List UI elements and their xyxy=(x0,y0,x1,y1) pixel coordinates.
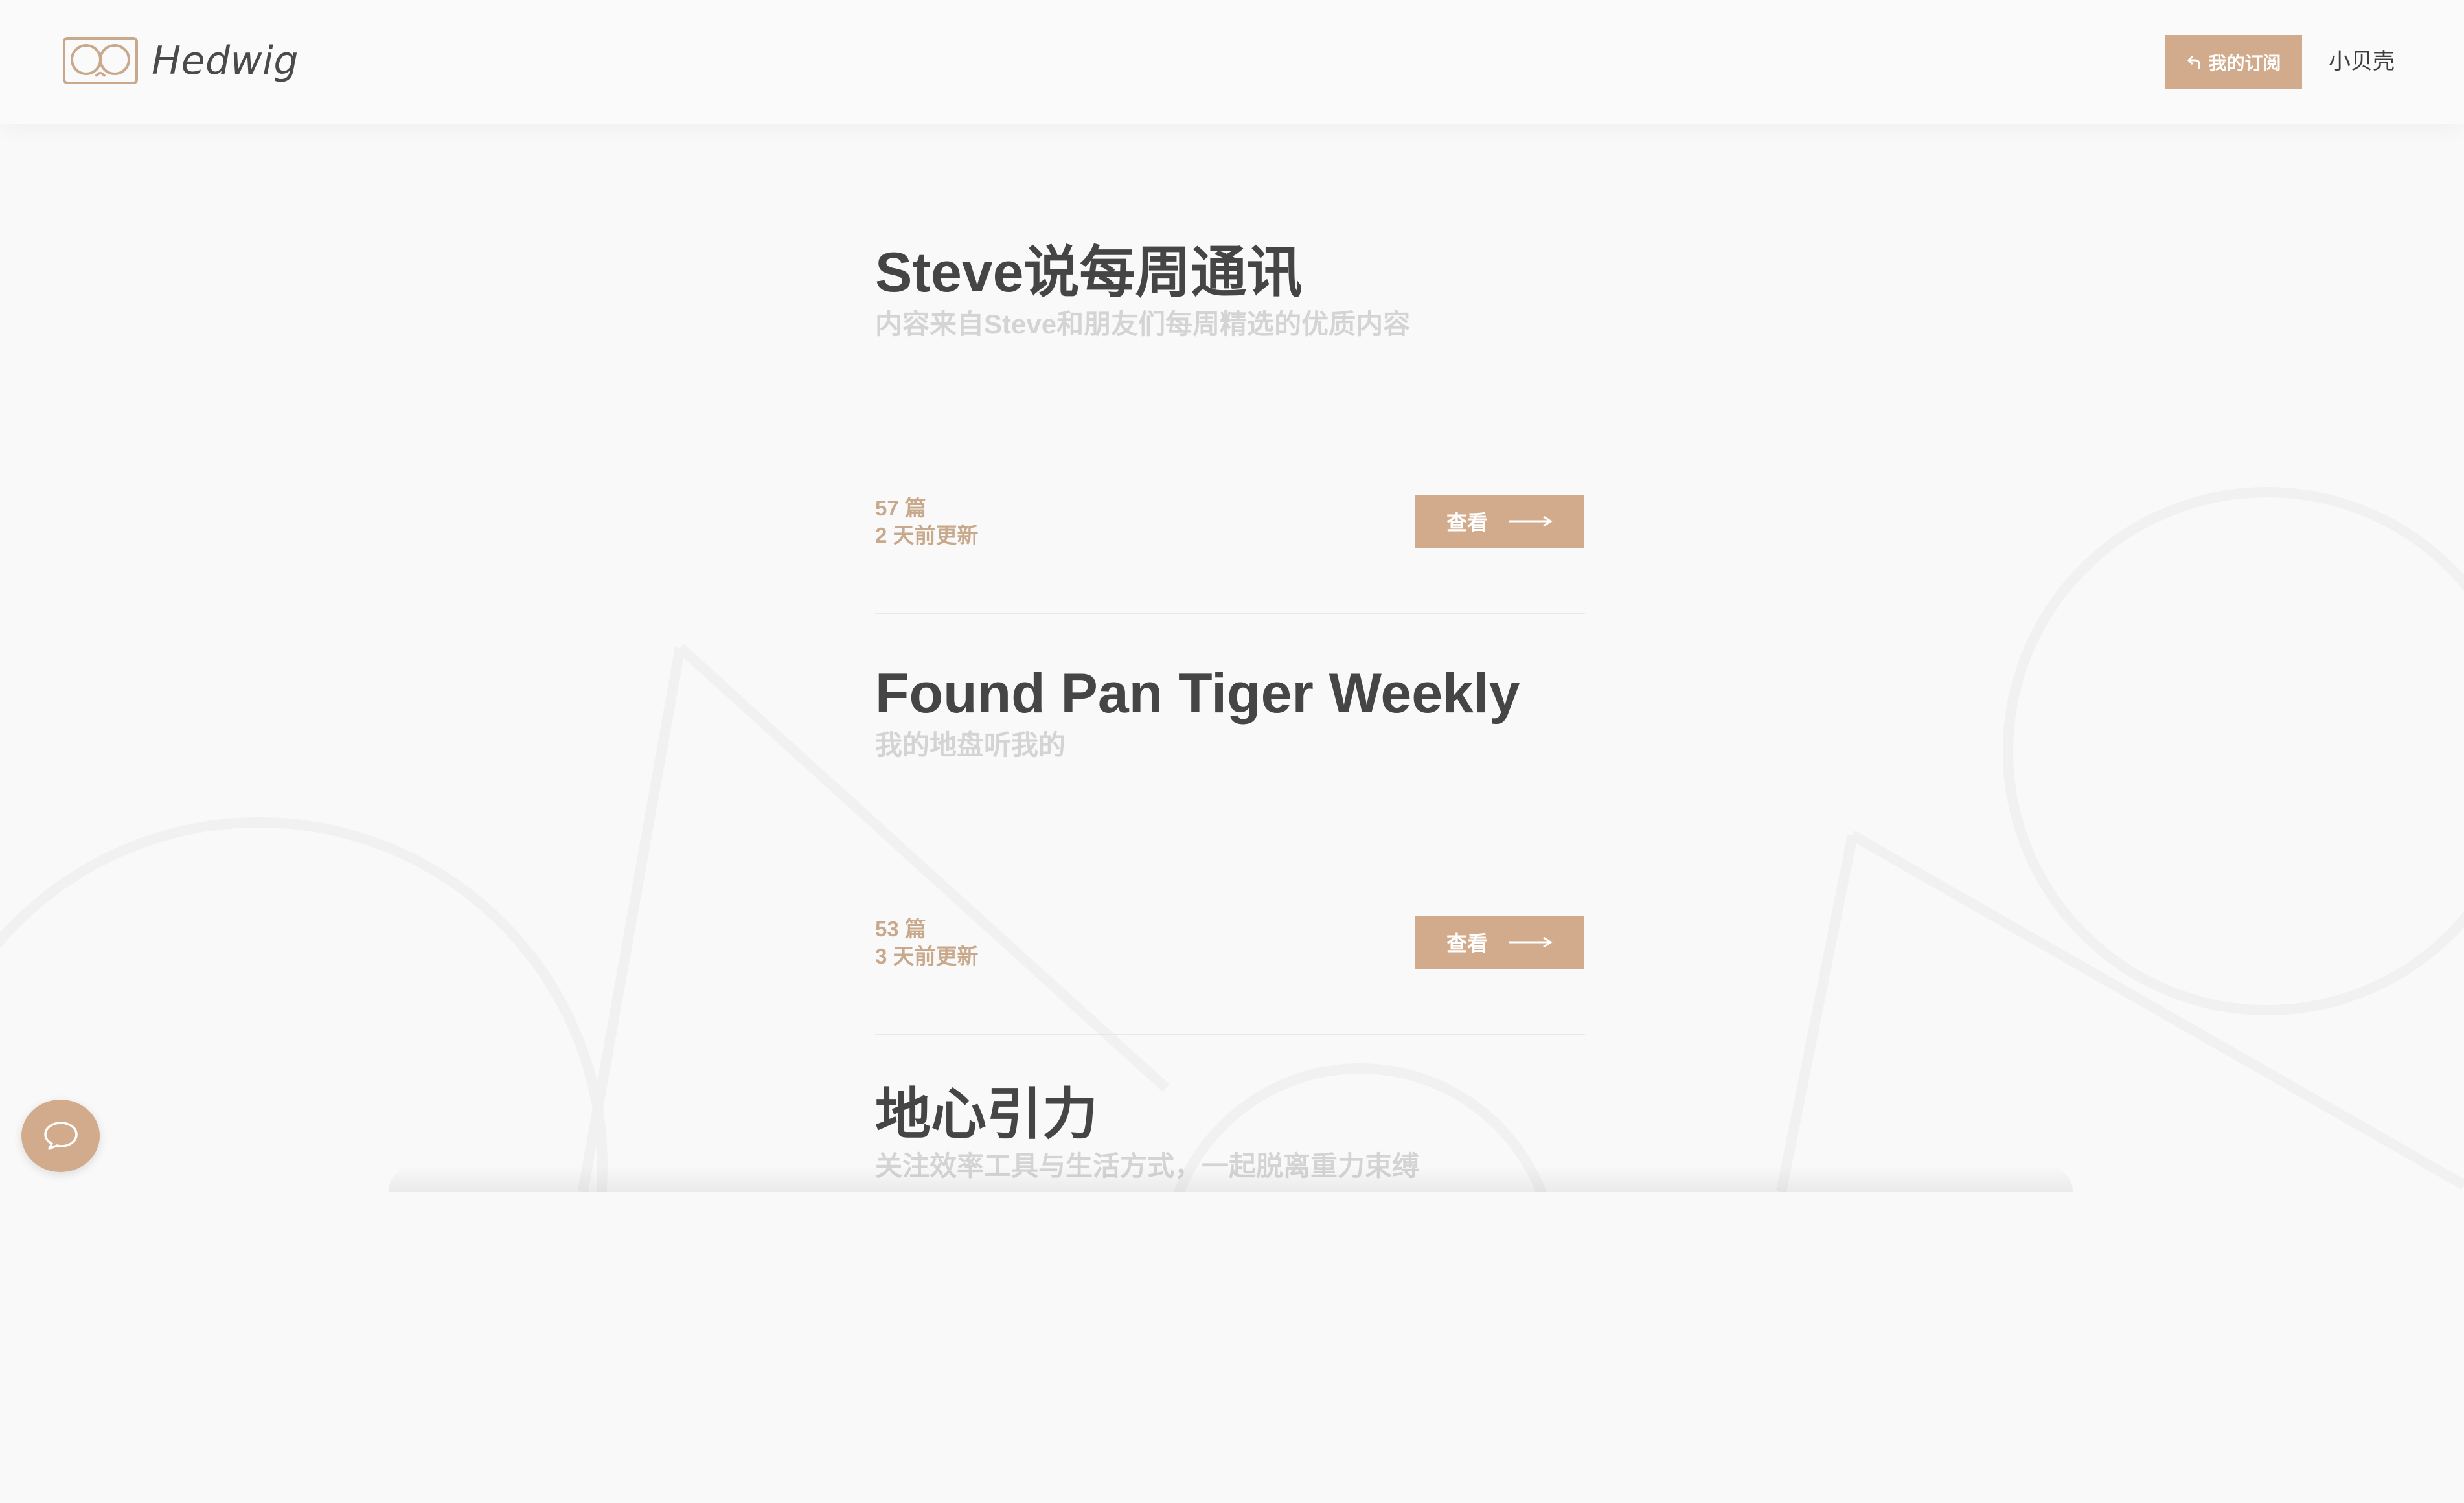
view-button-label: 查看 xyxy=(1446,511,1488,534)
feed-card: Found Pan Tiger Weekly 我的地盘听我的 53 篇 3 天前… xyxy=(875,661,1585,1082)
view-feed-button[interactable]: 查看 xyxy=(1415,916,1584,969)
feed-title: Steve说每周通讯 xyxy=(875,242,1303,304)
feed-meta: 57 篇 2 天前更新 xyxy=(875,495,979,549)
feed-meta: 53 篇 3 天前更新 xyxy=(875,916,979,970)
long-right-arrow-icon xyxy=(1509,515,1553,527)
hedwig-glasses-logo-icon xyxy=(63,37,138,84)
my-subscriptions-button[interactable]: 我的订阅 xyxy=(2165,35,2302,89)
feed-count: 53 篇 xyxy=(875,917,926,941)
back-arrow-icon xyxy=(2187,55,2200,69)
feed-card: Steve说每周通讯 内容来自Steve和朋友们每周精选的优质内容 57 篇 2… xyxy=(875,240,1585,661)
long-right-arrow-icon xyxy=(1509,936,1553,948)
card-divider xyxy=(875,613,1585,614)
feed-description: 内容来自Steve和朋友们每周精选的优质内容 xyxy=(875,309,1411,339)
feed-updated: 3 天前更新 xyxy=(875,944,979,968)
feed-description: 我的地盘听我的 xyxy=(875,730,1066,760)
feed-title: Found Pan Tiger Weekly xyxy=(875,662,1520,725)
brand-name: Hedwig xyxy=(152,38,299,84)
view-feed-button[interactable]: 查看 xyxy=(1415,495,1584,548)
bottom-shadow xyxy=(389,1166,2073,1192)
top-navbar: Hedwig 我的订阅 小贝壳 xyxy=(0,0,2464,124)
user-name-link[interactable]: 小贝壳 xyxy=(2329,45,2395,78)
view-button-label: 查看 xyxy=(1446,932,1488,955)
brand-logo[interactable]: Hedwig xyxy=(62,36,299,85)
feed-title: 地心引力 xyxy=(875,1083,1098,1146)
feed-updated: 2 天前更新 xyxy=(875,523,979,547)
my-subscriptions-label: 我的订阅 xyxy=(2208,53,2281,73)
chat-button[interactable] xyxy=(21,1100,100,1172)
feed-card: 地心引力 关注效率工具与生活方式，一起脱离重力束缚 xyxy=(875,1082,1585,1503)
chat-bubble-icon xyxy=(43,1122,78,1150)
card-divider xyxy=(875,1034,1585,1035)
feed-count: 57 篇 xyxy=(875,496,926,520)
